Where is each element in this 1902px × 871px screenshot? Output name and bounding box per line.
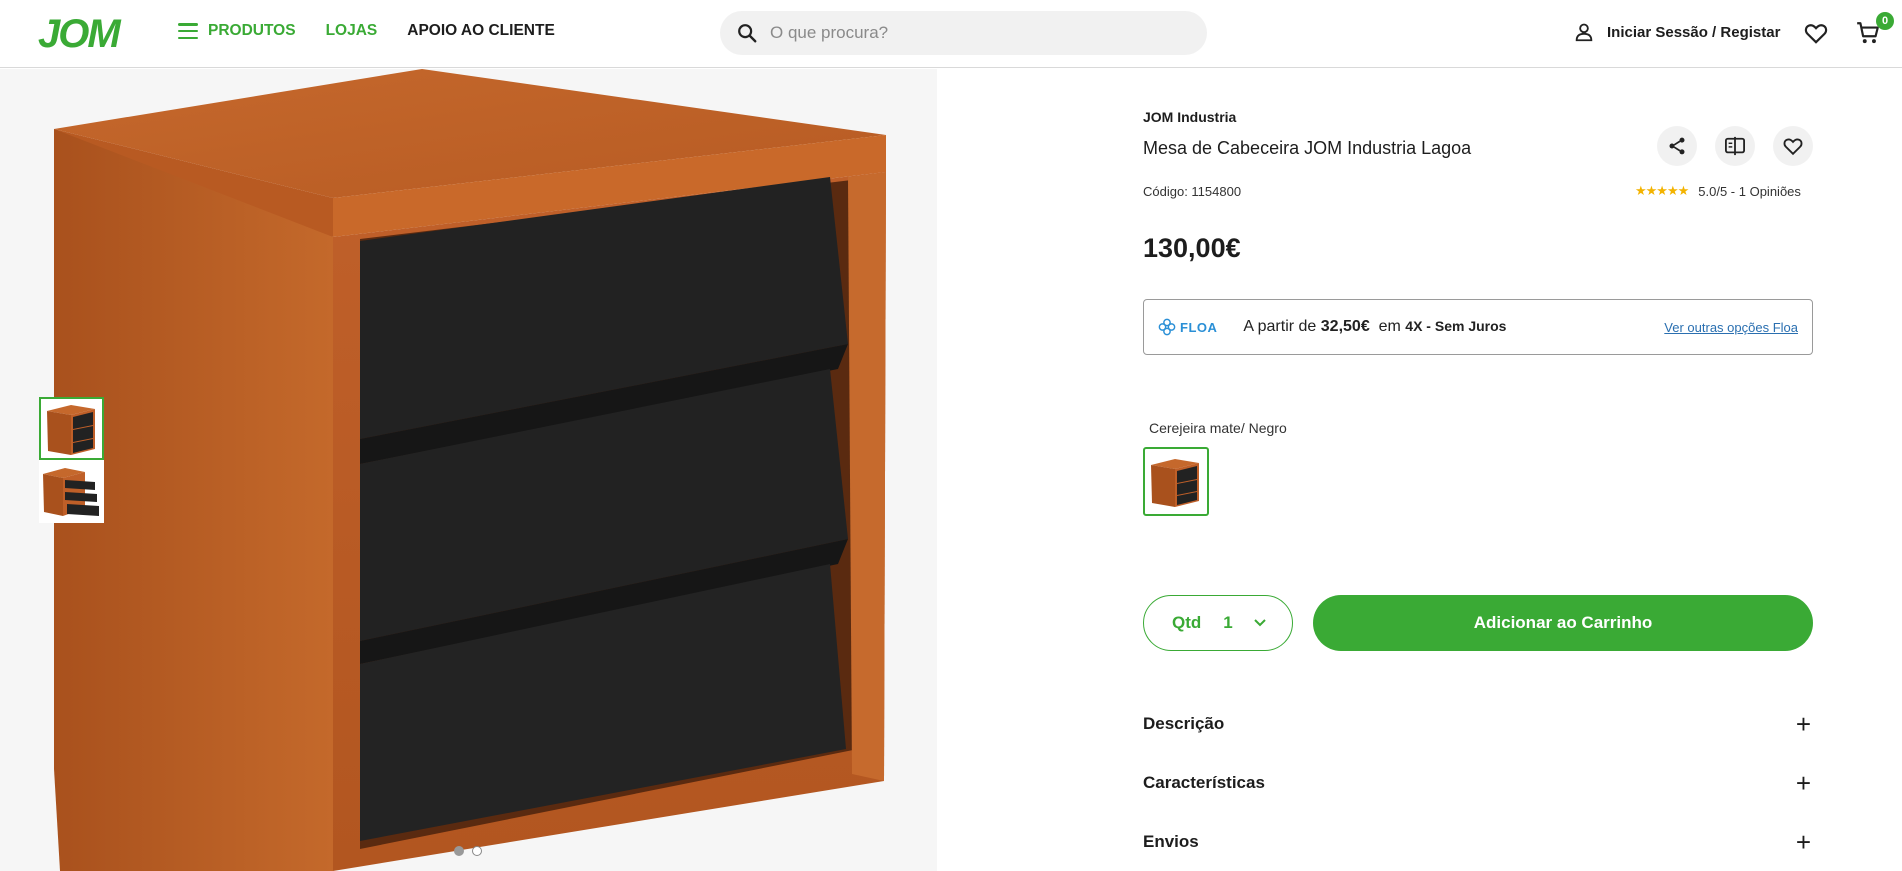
- menu-icon: [178, 23, 198, 39]
- financing-installments: 4X - Sem Juros: [1405, 318, 1507, 334]
- accordion-label: Características: [1143, 773, 1265, 792]
- jom-logo[interactable]: JOM: [38, 12, 121, 56]
- login-label: Iniciar Sessão / Registar: [1607, 23, 1781, 41]
- quantity-value: 1: [1223, 613, 1233, 632]
- compare-button[interactable]: [1715, 126, 1755, 166]
- nav-lojas[interactable]: LOJAS: [326, 22, 378, 40]
- financing-amount: 32,50€: [1320, 318, 1370, 335]
- nav-produtos[interactable]: PRODUTOS: [178, 22, 296, 40]
- chevron-down-icon: [1254, 619, 1266, 627]
- quantity-select[interactable]: Qtd 1: [1143, 595, 1293, 651]
- compare-icon: [1725, 136, 1745, 156]
- product-code: Código: 1154800: [1143, 184, 1242, 199]
- favorite-button[interactable]: [1773, 126, 1813, 166]
- plus-icon: +: [1795, 708, 1811, 739]
- wishlist-heart-icon[interactable]: [1803, 20, 1829, 51]
- add-to-cart-button[interactable]: Adicionar ao Carrinho: [1313, 595, 1813, 651]
- accordion-descricao[interactable]: Descrição +: [1143, 709, 1813, 739]
- search-icon[interactable]: [736, 22, 758, 44]
- cart-count-badge: 0: [1876, 12, 1894, 30]
- search-input[interactable]: [770, 23, 1170, 43]
- share-icon: [1669, 137, 1685, 155]
- product-brand[interactable]: JOM Industria: [1143, 109, 1236, 125]
- floa-logo-text: FLOA: [1180, 319, 1218, 335]
- floa-logo: FLOA: [1158, 318, 1217, 336]
- financing-box: FLOA A partir de 32,50€ em 4X - Sem Juro…: [1143, 299, 1813, 355]
- thumbnail-open-drawers[interactable]: [39, 460, 104, 523]
- accordion-label: Envios: [1143, 832, 1199, 851]
- nav-apoio-cliente[interactable]: APOIO AO CLIENTE: [407, 22, 555, 40]
- nav-produtos-label: PRODUTOS: [208, 22, 296, 39]
- heart-icon: [1783, 138, 1803, 156]
- variant-label: Cerejeira mate/ Negro: [1149, 420, 1287, 436]
- variant-swatch[interactable]: [1143, 447, 1209, 516]
- product-title: Mesa de Cabeceira JOM Industria Lagoa: [1143, 138, 1472, 158]
- thumbnail-front[interactable]: [39, 397, 104, 460]
- accordion-label: Descrição: [1143, 714, 1225, 733]
- floa-flower-icon: [1158, 318, 1176, 336]
- quantity-label: Qtd: [1172, 613, 1202, 632]
- floa-options-link[interactable]: Ver outras opções Floa: [1664, 320, 1798, 335]
- accordion-caracteristicas[interactable]: Características +: [1143, 768, 1813, 798]
- gallery-dot[interactable]: [472, 846, 482, 856]
- main-nav: PRODUTOS LOJAS APOIO AO CLIENTE: [178, 22, 585, 40]
- plus-icon: +: [1795, 826, 1811, 857]
- rating-stars: ★★★★★: [1635, 183, 1689, 198]
- product-gallery: [0, 69, 937, 871]
- product-price: 130,00€: [1143, 233, 1241, 263]
- site-header: JOM PRODUTOS LOJAS APOIO AO CLIENTE Inic…: [0, 0, 1902, 68]
- plus-icon: +: [1795, 767, 1811, 798]
- search-bar: [720, 11, 1207, 55]
- user-icon: [1575, 23, 1593, 42]
- accordion-envios[interactable]: Envios +: [1143, 827, 1813, 857]
- financing-prefix: A partir de: [1243, 318, 1317, 335]
- share-button[interactable]: [1657, 126, 1697, 166]
- product-rating[interactable]: ★★★★★ 5.0/5 - 1 Opiniões: [1635, 183, 1801, 199]
- gallery-dot[interactable]: [454, 846, 464, 856]
- product-main-image[interactable]: [0, 69, 937, 871]
- login-link[interactable]: Iniciar Sessão / Registar: [1573, 21, 1780, 43]
- gallery-pagination: [454, 846, 482, 856]
- financing-mid: em: [1378, 318, 1401, 335]
- rating-text: 5.0/5 - 1 Opiniões: [1698, 183, 1801, 199]
- financing-text: A partir de 32,50€ em 4X - Sem Juros: [1243, 318, 1506, 336]
